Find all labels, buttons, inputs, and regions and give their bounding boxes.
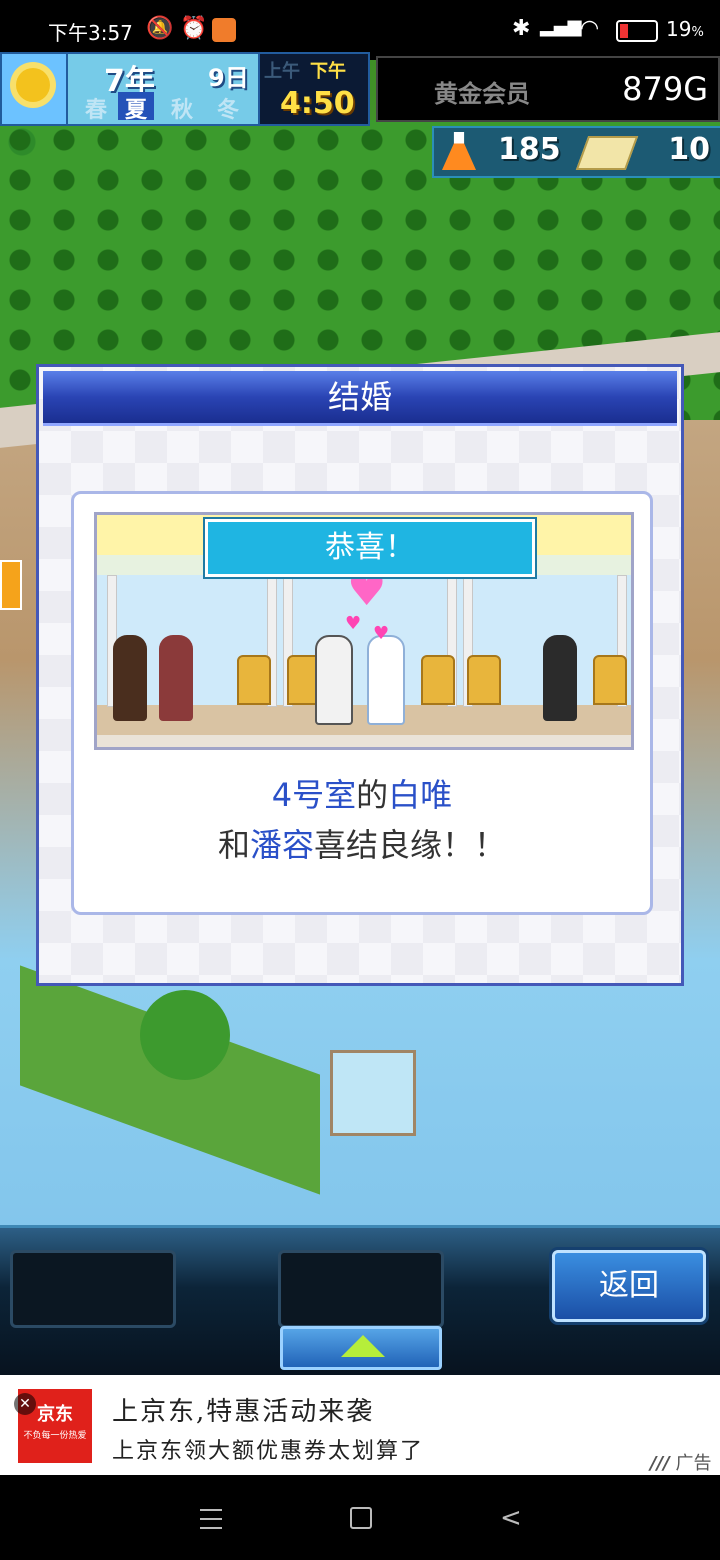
pm-label: 下午 [310,61,346,82]
money-panel: 黄金会员 879G [376,56,720,122]
officiant-sprite [543,635,577,721]
message-line-2: 和潘容喜结良缘！！ [217,826,507,864]
research-flask-icon [442,132,476,170]
clock-panel: 上午 下午 4:50 [258,52,370,126]
heart-icon: ♥ [373,623,390,644]
ad-tag: /// 广告 [650,1453,712,1474]
season-sunflower-icon [0,52,68,126]
alarm-icon: ⏰ [180,16,208,41]
heart-icon: ♥ [345,613,362,634]
marriage-dialog: 结婚 ♥ ♥ ♥ 恭喜！ 4号室的白唯 和潘容喜结良缘！！ [36,364,684,986]
season-summer: 夏 [118,92,154,123]
status-time: 下午3:57 [48,21,133,45]
guest-sprite [113,635,147,721]
ticket-count: 10 [668,132,710,167]
season-autumn: 秋 [170,98,193,123]
side-tab[interactable] [0,560,22,610]
recent-apps-button[interactable] [200,1509,222,1529]
game-bottom-bar: 返回 [0,1225,720,1378]
member-rank: 黄金会员 [434,80,530,108]
back-button[interactable]: 返回 [552,1250,706,1322]
menu-slot-2[interactable] [278,1250,444,1328]
window-sprite [330,1050,416,1136]
groom-sprite [315,635,353,725]
system-nav-bar: < [0,1475,720,1560]
arrow-up-icon [341,1335,385,1357]
wifi-icon: ◠ [580,16,600,41]
dialog-card: ♥ ♥ ♥ 恭喜！ 4号室的白唯 和潘容喜结良缘！！ [71,491,653,915]
ad-banner[interactable]: 京东 不负每一份热爱 ✕ 上京东,特惠活动来袭 上京东领大额优惠券太划算了 ///… [0,1375,720,1475]
message-line-1: 4号室的白唯 [271,776,453,814]
ad-close-button[interactable]: ✕ [14,1393,36,1415]
clock-time: 4:50 [280,86,355,121]
resources-panel: 185 10 [432,126,720,178]
menu-slot-1[interactable] [10,1250,176,1328]
congrats-banner: 恭喜！ [205,519,535,577]
season-winter: 冬 [216,98,239,123]
expand-up-button[interactable] [280,1326,442,1370]
status-bar: 下午3:57 🔕 ⏰ ✱ ▂▄▆ ◠ 19% [0,0,720,60]
am-label: 上午 [264,61,300,82]
dialog-title: 结婚 [43,371,677,426]
season-spring: 春 [84,98,107,123]
battery-icon [616,20,658,42]
partner-name: 潘容 [249,826,314,864]
ad-subtitle: 上京东领大额优惠券太划算了 [112,1439,425,1464]
ad-title: 上京东,特惠活动来袭 [112,1397,375,1427]
battery-percent: 19% [666,17,704,41]
research-points: 185 [498,132,561,167]
tree-sprite [140,990,230,1080]
ticket-icon [575,136,639,170]
date-panel: 7年 9日 春 夏 秋 冬 [66,52,260,126]
guest-sprite [159,635,193,721]
gold-amount: 879G [622,70,708,108]
home-button[interactable] [350,1507,372,1529]
wedding-scene-image: ♥ ♥ ♥ 恭喜！ [94,512,634,750]
nav-back-button[interactable]: < [500,1503,522,1533]
bluetooth-icon: ✱ [512,16,531,41]
tenant-name: 白唯 [388,776,453,814]
bride-sprite [367,635,405,725]
mute-icon: 🔕 [146,16,174,41]
room-name: 4号室 [271,776,357,814]
day-label: 9日 [208,64,249,92]
signal-icon: ▂▄▆ [540,16,582,37]
app-notification-icon [212,18,236,42]
